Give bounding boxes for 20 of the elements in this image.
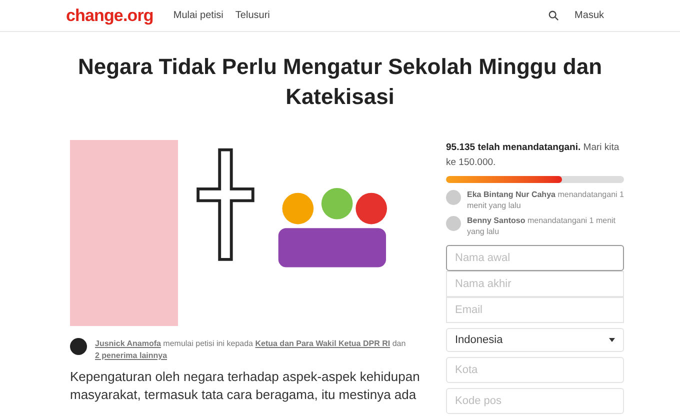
input-field[interactable]: Nama awal	[446, 245, 624, 271]
avatar-icon	[446, 190, 461, 205]
avatar-icon	[446, 216, 461, 231]
recipient-link[interactable]: Ketua dan Para Wakil Ketua DPR RI	[255, 339, 390, 348]
petition-title: Negara Tidak Perlu Mengatur Sekolah Minggu dan Katekisasi	[76, 53, 604, 111]
country-select[interactable]: Indonesia	[446, 328, 624, 352]
starter-text: Jusnick Anamofa memulai petisi ini kepada Ketua dan Para Wakil Ketua DPR RI dan 2 penerima lainnya	[95, 338, 407, 362]
recent-signer: Eka Bintang Nur Cahya menandatangani 1 menit yang lalu	[467, 189, 624, 211]
others-link[interactable]: 2 penerima lainnya	[95, 351, 168, 360]
starter-link[interactable]: Jusnick Anamofa	[95, 339, 161, 348]
recent-signer: Benny Santoso menandatangani 1 menit yang lalu	[467, 215, 617, 237]
nav-link[interactable]: Telusuri	[235, 8, 270, 23]
caret-icon	[609, 338, 615, 342]
avatar	[70, 338, 87, 355]
logo[interactable]: change.org	[66, 2, 154, 28]
petition-body: Kepengaturan oleh negara terhadap aspek-aspek kehidupan masyarakat, termasuk tata cara beragama, itu mestinya ada	[70, 368, 421, 404]
login-link[interactable]: Masuk	[574, 8, 604, 23]
signature-count: 95.135 telah menandatangani. Mari kita ke 150.000.	[446, 141, 620, 170]
search-icon[interactable]	[548, 10, 559, 21]
nav-link[interactable]: Mulai petisi	[173, 8, 224, 23]
